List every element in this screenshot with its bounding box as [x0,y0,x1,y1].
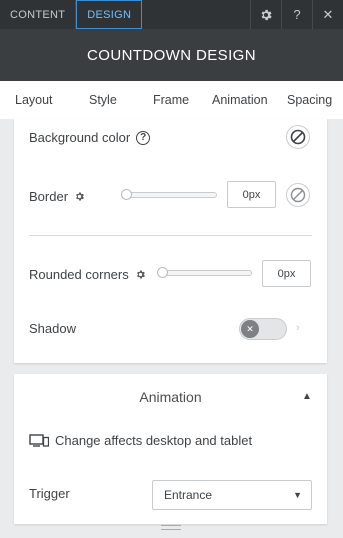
chevron-right-icon[interactable]: › [296,322,300,334]
rounded-corners-row: Rounded corners [29,267,146,282]
trigger-selected-value: Entrance [164,488,213,502]
settings-button[interactable] [250,0,281,29]
close-button[interactable]: ✕ [312,0,343,29]
border-none-button[interactable] [286,183,310,207]
design-sub-tabs: Layout Style Frame Animation Spacing [0,81,343,119]
section-title-animation[interactable]: Animation [14,389,327,405]
top-tab-bar: CONTENT DESIGN ? ✕ [0,0,343,29]
toggle-off-icon: ✕ [241,320,259,338]
border-label: Border [29,189,69,204]
tab-frame[interactable]: Frame [153,93,189,107]
collapse-icon[interactable]: ▲ [302,391,312,402]
rounded-corners-slider-handle[interactable] [157,267,168,278]
border-width-input[interactable]: 0px [227,181,276,208]
trigger-row: Trigger [29,486,70,501]
tab-spacing[interactable]: Spacing [287,93,332,107]
top-bar-spacer [142,0,250,29]
trigger-select[interactable]: Entrance ▼ [152,480,312,510]
rounded-corners-slider[interactable] [157,267,252,278]
shadow-row: Shadow [29,321,76,336]
panel-header: COUNTDOWN DESIGN [0,29,343,81]
shadow-label: Shadow [29,321,76,336]
tab-design[interactable]: DESIGN [76,0,143,29]
help-button[interactable]: ? [281,0,312,29]
desktop-tablet-icon [29,434,49,447]
rounded-corners-label: Rounded corners [29,267,129,282]
page-title: COUNTDOWN DESIGN [87,46,256,64]
trigger-label: Trigger [29,486,70,501]
rounded-corners-input[interactable]: 0px [262,260,311,287]
divider [29,235,312,236]
animation-settings-card: Animation ▲ Change affects desktop and t… [14,374,327,524]
background-color-row: Background color ? [29,130,151,145]
frame-settings-card: Background color ? Border 0px Rounded co… [14,119,327,363]
device-note-text: Change affects desktop and tablet [55,433,253,448]
chevron-down-icon: ▼ [293,490,302,500]
help-icon[interactable]: ? [136,130,151,145]
close-icon: ✕ [322,6,334,22]
tab-layout[interactable]: Layout [15,93,53,107]
no-border-icon [290,187,306,203]
device-note: Change affects desktop and tablet [29,433,252,448]
no-color-icon [290,129,306,145]
border-slider-handle[interactable] [121,189,132,200]
gear-icon[interactable] [74,191,85,202]
gear-icon [261,9,272,20]
background-color-label: Background color [29,130,131,145]
shadow-toggle[interactable]: ✕ [239,318,287,340]
background-color-none-button[interactable] [286,125,310,149]
help-icon: ? [293,7,301,22]
border-row: Border [29,189,85,204]
tab-content[interactable]: CONTENT [0,0,77,29]
gear-icon[interactable] [135,269,146,280]
tab-style[interactable]: Style [89,93,117,107]
resize-handle[interactable] [161,525,181,530]
border-slider[interactable] [121,189,217,200]
tab-animation[interactable]: Animation [212,93,268,107]
